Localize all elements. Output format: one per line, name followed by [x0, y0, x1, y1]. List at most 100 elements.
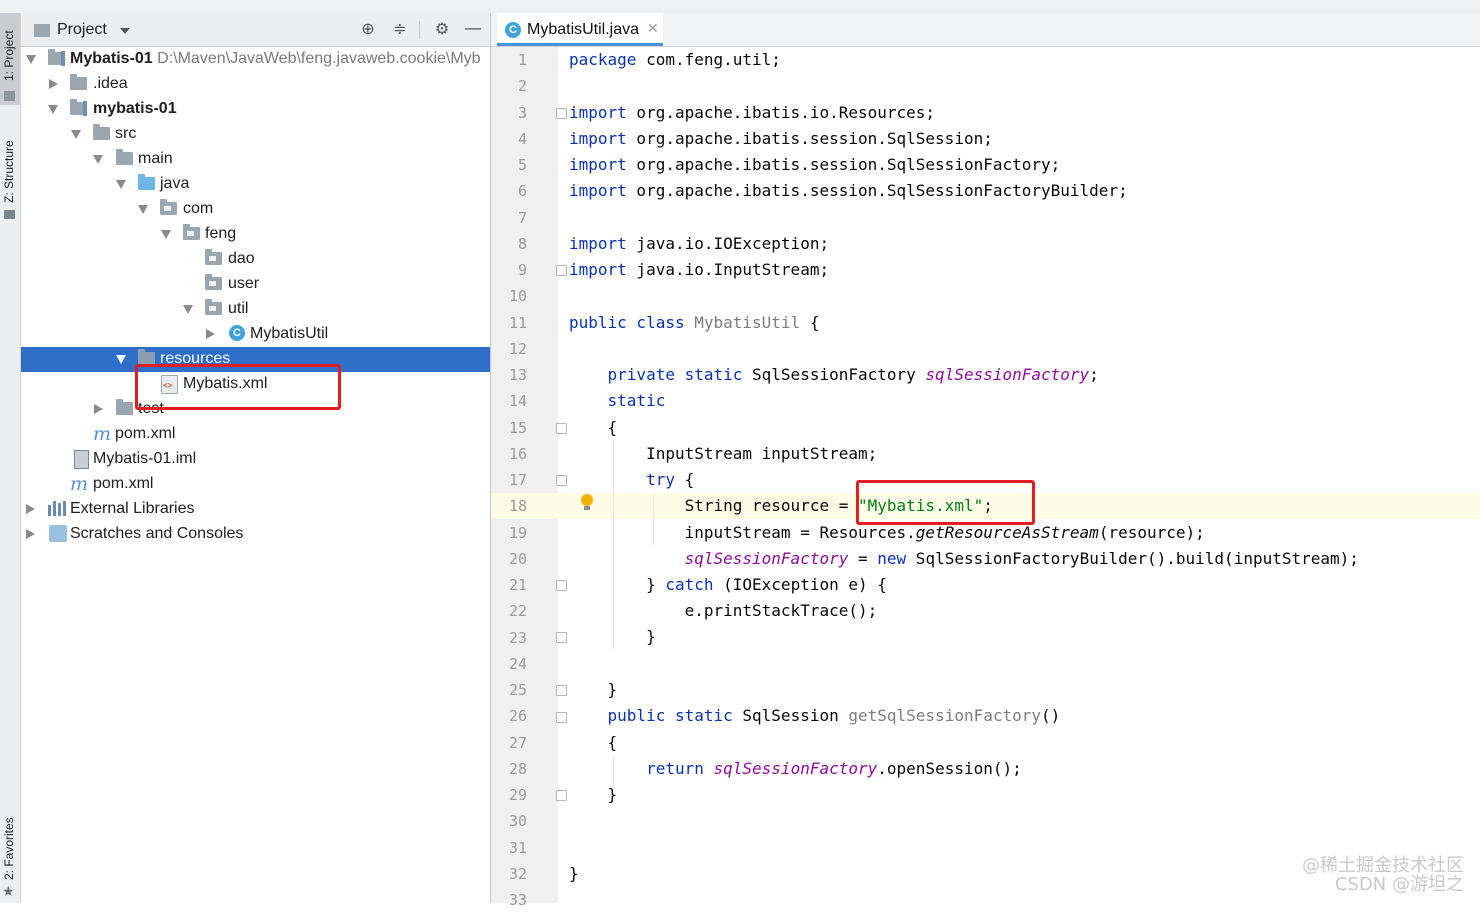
fold-marker-icon[interactable] — [556, 475, 567, 486]
line-number: 28 — [508, 759, 527, 778]
code-line: } — [569, 627, 656, 646]
tab-label: MybatisUtil.java — [527, 21, 640, 38]
expand-arrow-icon[interactable] — [116, 180, 126, 189]
favorites-tool-tab[interactable]: 2: Favorites ★ — [0, 808, 20, 903]
tree-item-module-pom[interactable]: m pom.xml — [21, 422, 490, 447]
collapse-arrow-icon[interactable] — [26, 529, 35, 539]
java-class-icon: C — [505, 22, 521, 38]
fold-marker-icon[interactable] — [556, 685, 567, 696]
line-number: 2 — [517, 77, 527, 96]
expand-arrow-icon[interactable] — [161, 230, 171, 239]
project-view-selector[interactable]: Project — [57, 21, 107, 39]
close-icon[interactable]: ✕ — [647, 21, 659, 37]
watermark: @稀土掘金技术社区 CSDN @游坦之 — [1302, 856, 1464, 894]
locate-icon[interactable]: ⊕ — [359, 20, 377, 38]
annotation-box-file — [135, 364, 341, 410]
tree-item-root-pom[interactable]: m pom.xml — [21, 472, 490, 497]
line-number: 4 — [517, 129, 527, 148]
tree-item-java[interactable]: java — [21, 172, 490, 197]
code-line: static — [569, 391, 666, 410]
favorites-tool-tab-label: 2: Favorites — [2, 817, 16, 880]
tab-mybatisutil[interactable]: C MybatisUtil.java ✕ — [497, 13, 663, 46]
line-number: 3 — [517, 103, 527, 122]
line-number: 7 — [517, 208, 527, 227]
chevron-down-icon[interactable] — [120, 28, 130, 34]
package-icon — [205, 299, 222, 315]
fold-marker-icon[interactable] — [556, 423, 567, 434]
line-number: 10 — [508, 287, 527, 306]
expand-arrow-icon[interactable] — [26, 55, 36, 64]
tree-item-src[interactable]: src — [21, 122, 490, 147]
line-number: 32 — [508, 864, 527, 883]
tree-item-label: user — [228, 275, 260, 292]
minimize-icon[interactable]: — — [464, 20, 482, 38]
code-line: { — [569, 418, 618, 437]
code-line: import org.apache.ibatis.session.SqlSess… — [569, 129, 993, 148]
project-path: D:\Maven\JavaWeb\feng.javaweb.cookie\Myb — [157, 50, 481, 67]
code-line: e.printStackTrace(); — [569, 601, 878, 620]
fold-marker-icon[interactable] — [556, 712, 567, 723]
tree-item-util[interactable]: util — [21, 297, 490, 322]
project-tool-tab-label: 1: Project — [2, 30, 16, 81]
line-number: 11 — [508, 313, 527, 332]
tree-item-iml[interactable]: Mybatis-01.iml — [21, 447, 490, 472]
fold-marker-icon[interactable] — [556, 580, 567, 591]
package-icon — [205, 249, 222, 265]
expand-arrow-icon[interactable] — [48, 105, 58, 114]
folder-icon — [93, 124, 110, 140]
line-number: 21 — [508, 576, 527, 594]
tree-item-mybatisutil[interactable]: C MybatisUtil — [21, 322, 490, 347]
collapse-arrow-icon[interactable] — [206, 329, 215, 339]
source-folder-icon — [138, 174, 155, 190]
tree-item-scratches[interactable]: Scratches and Consoles — [21, 522, 490, 547]
collapse-all-icon[interactable]: ≑ — [391, 20, 409, 38]
project-tool-tab[interactable]: 1: Project — [0, 13, 20, 105]
header-separator — [419, 21, 420, 39]
tree-item-mybatis-01-module[interactable]: mybatis-01 — [21, 97, 490, 122]
code-line: import org.apache.ibatis.session.SqlSess… — [569, 181, 1128, 200]
tree-item-idea[interactable]: .idea — [21, 72, 490, 97]
tree-item-mybatis-01-root[interactable]: Mybatis-01 D:\Maven\JavaWeb\feng.javaweb… — [21, 47, 490, 72]
collapse-arrow-icon[interactable] — [49, 79, 58, 89]
line-number: 6 — [517, 182, 527, 201]
line-number: 27 — [508, 733, 527, 752]
expand-arrow-icon[interactable] — [138, 205, 148, 214]
line-number: 23 — [508, 628, 527, 647]
line-number: 20 — [508, 549, 527, 568]
expand-arrow-icon[interactable] — [183, 305, 193, 314]
code-line: private static SqlSessionFactory sqlSess… — [569, 365, 1099, 384]
tree-item-label: .idea — [93, 75, 128, 92]
tree-item-dao[interactable]: dao — [21, 247, 490, 272]
tree-item-label: Mybatis-01 — [70, 50, 153, 67]
fold-marker-icon[interactable] — [556, 790, 567, 801]
collapse-arrow-icon[interactable] — [94, 404, 103, 414]
tree-item-label: util — [228, 300, 249, 317]
tree-item-com[interactable]: com — [21, 197, 490, 222]
collapse-arrow-icon[interactable] — [26, 504, 35, 514]
fold-marker-icon[interactable] — [556, 265, 567, 276]
expand-arrow-icon[interactable] — [93, 155, 103, 164]
line-number: 22 — [508, 602, 527, 621]
tree-item-feng[interactable]: feng — [21, 222, 490, 247]
line-number: 33 — [508, 891, 527, 909]
module-marker-icon — [83, 101, 87, 116]
fold-marker-icon[interactable] — [556, 108, 567, 119]
tree-item-label: pom.xml — [115, 425, 176, 442]
gear-icon[interactable]: ⚙ — [433, 20, 451, 38]
code-line: import org.apache.ibatis.session.SqlSess… — [569, 155, 1061, 174]
expand-arrow-icon[interactable] — [116, 355, 126, 364]
tree-item-user[interactable]: user — [21, 272, 490, 297]
watermark-line-1: @稀土掘金技术社区 — [1302, 855, 1464, 876]
tree-item-external-libraries[interactable]: External Libraries — [21, 497, 490, 522]
tree-item-main[interactable]: main — [21, 147, 490, 172]
structure-tool-tab[interactable]: Z: Structure — [0, 128, 20, 228]
expand-arrow-icon[interactable] — [71, 130, 81, 139]
line-number: 16 — [508, 444, 527, 463]
line-number: 19 — [508, 523, 527, 542]
line-number: 26 — [508, 707, 527, 726]
fold-marker-icon[interactable] — [556, 632, 567, 643]
star-icon: ★ — [2, 884, 15, 900]
line-number: 9 — [517, 261, 527, 279]
tree-item-label: MybatisUtil — [250, 325, 329, 342]
tree-item-label: src — [115, 125, 137, 142]
